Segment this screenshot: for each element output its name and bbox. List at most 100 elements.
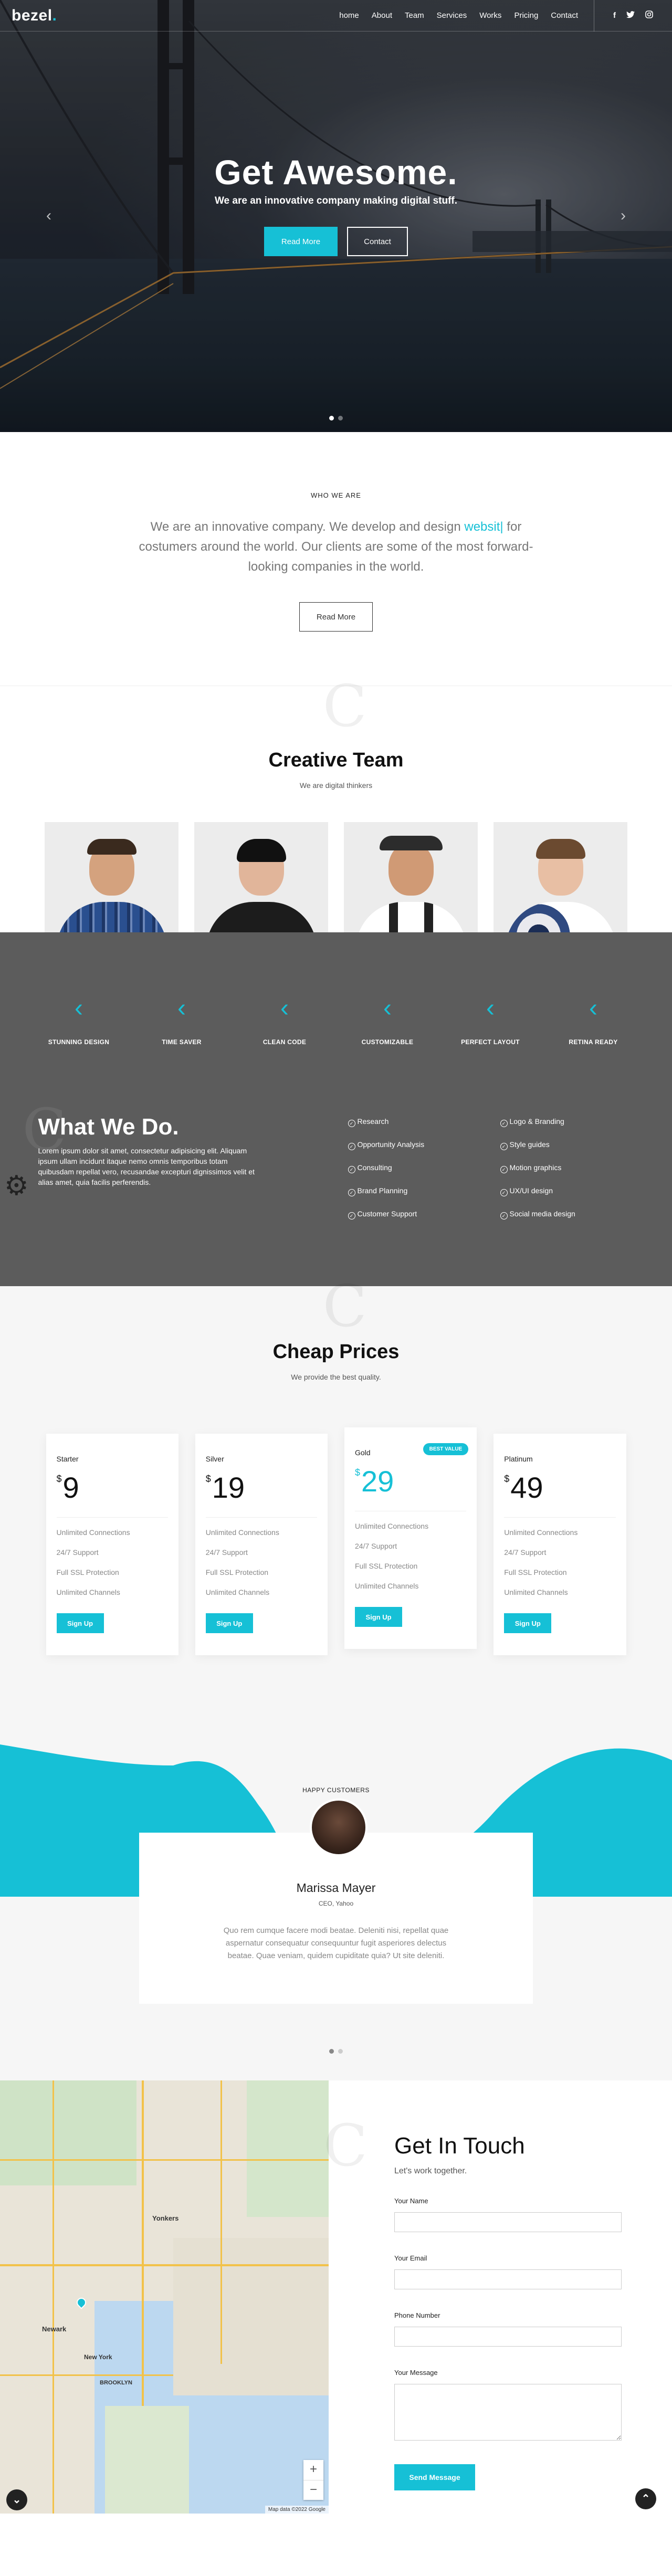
zoom-in-button[interactable]: + <box>303 2460 323 2480</box>
plan-name: Platinum <box>504 1455 533 1463</box>
member-hair <box>87 839 136 855</box>
ghost-letter: C <box>323 2112 368 2179</box>
pricing-plan: Platinum $49 Unlimited Connections 24/7 … <box>494 1434 626 1655</box>
service-label: Motion graphics <box>509 1163 562 1172</box>
testimonial-role: CEO, Yahoo <box>318 1900 354 1907</box>
check-circle-icon: ✓ <box>500 1166 508 1173</box>
brand-logo[interactable]: bezel. <box>12 7 57 25</box>
feature-item: ‹ RETINA READY <box>549 995 638 1046</box>
feature-label: CUSTOMIZABLE <box>361 1038 414 1046</box>
price-value: 19 <box>212 1471 245 1504</box>
map-label: BROOKLYN <box>100 2380 132 2386</box>
service-item: ✓ UX/UI design <box>500 1186 605 1196</box>
service-list-1: ✓ Research ✓ Opportunity Analysis ✓ Consult… <box>348 1117 453 1233</box>
about-text-highlight: websit| <box>464 520 503 534</box>
service-label: Brand Planning <box>357 1186 408 1195</box>
send-message-button[interactable]: Send Message <box>394 2464 475 2490</box>
plan-feature: 24/7 Support <box>504 1548 547 1557</box>
testimonial-quote: Quo rem cumque facere modi beatae. Delen… <box>223 1926 449 1960</box>
about-text: We are an innovative company. We develop… <box>136 517 536 577</box>
nav-contact[interactable]: Contact <box>551 11 578 20</box>
slider-dot[interactable] <box>329 416 334 420</box>
google-map[interactable]: Yonkers Newark New York BROOKLYN + − Map… <box>0 2080 329 2514</box>
nav-pricing[interactable]: Pricing <box>514 11 538 20</box>
name-input[interactable] <box>394 2212 622 2232</box>
contact-button[interactable]: Contact <box>347 227 408 256</box>
map-park <box>0 2080 136 2185</box>
plan-price: $19 <box>206 1470 317 1505</box>
phone-input[interactable] <box>394 2327 622 2347</box>
name-field-group: Your Name <box>394 2197 672 2232</box>
map-park <box>247 2080 329 2217</box>
instagram-icon[interactable] <box>645 10 653 20</box>
nav-about[interactable]: About <box>372 11 392 20</box>
plan-feature: Full SSL Protection <box>504 1568 567 1576</box>
hero-slider: ‹ › Get Awesome. We are an innovative co… <box>0 0 672 432</box>
feature-label: TIME SAVER <box>162 1038 202 1046</box>
divider <box>56 1517 168 1518</box>
team-section: C Creative Team We are digital thinkers <box>0 672 672 970</box>
nav-team[interactable]: Team <box>405 11 424 20</box>
price-value: 29 <box>361 1465 394 1498</box>
check-circle-icon: ✓ <box>500 1189 508 1196</box>
plan-feature: 24/7 Support <box>355 1542 397 1550</box>
sign-up-button[interactable]: Sign Up <box>205 1613 253 1633</box>
sign-up-button[interactable]: Sign Up <box>504 1613 552 1633</box>
pricing-title-text: Cheap Prices <box>272 1341 400 1363</box>
testimonial-dots <box>0 2049 672 2054</box>
nav-home[interactable]: home <box>339 11 359 20</box>
scroll-top-icon[interactable]: ⌃ <box>635 2488 656 2509</box>
price-value: 9 <box>62 1471 79 1504</box>
email-field-group: Your Email <box>394 2254 672 2289</box>
map-road <box>0 2374 173 2376</box>
sign-up-button[interactable]: Sign Up <box>355 1607 402 1627</box>
slider-dot[interactable] <box>338 416 343 420</box>
service-item: ✓ Research <box>348 1117 453 1127</box>
zoom-out-button[interactable]: − <box>303 2480 323 2500</box>
testimonial-label: HAPPY CUSTOMERS <box>302 1786 370 1794</box>
top-navbar: bezel. home About Team Services Works Pr… <box>0 0 672 31</box>
testimonial-section: HAPPY CUSTOMERS Marissa Mayer CEO, Yahoo… <box>0 1744 672 2080</box>
currency-symbol: $ <box>355 1467 361 1478</box>
service-item: ✓ Customer Support <box>348 1210 453 1219</box>
contact-form: C Get In Touch Let's work together. Your… <box>323 2080 672 2514</box>
what-we-do-text: Lorem ipsum dolor sit amet, consectetur … <box>38 1147 255 1186</box>
service-label: Consulting <box>357 1163 392 1172</box>
scroll-down-icon[interactable]: ⌄ <box>6 2489 27 2510</box>
about-read-more-button[interactable]: Read More <box>299 602 373 632</box>
feature-label: PERFECT LAYOUT <box>461 1038 520 1046</box>
read-more-button[interactable]: Read More <box>264 227 338 256</box>
facebook-icon[interactable]: f <box>613 11 616 20</box>
sign-up-button[interactable]: Sign Up <box>56 1613 104 1633</box>
what-we-do: C What We Do. Lorem ipsum dolor sit amet… <box>23 1096 650 1233</box>
testimonial-dot[interactable] <box>329 2049 334 2054</box>
avatar <box>310 1799 368 1856</box>
service-label: Research <box>357 1117 389 1126</box>
service-item: ✓ Opportunity Analysis <box>348 1140 453 1150</box>
feature-label: STUNNING DESIGN <box>48 1038 110 1046</box>
gear-icon[interactable]: ⚙ <box>4 1170 29 1202</box>
plan-feature: Unlimited Channels <box>205 1588 270 1596</box>
ghost-letter: C <box>322 1273 367 1340</box>
service-label: Social media design <box>509 1210 575 1218</box>
nav-services[interactable]: Services <box>437 11 467 20</box>
feature-list: ‹ STUNNING DESIGN ‹ TIME SAVER ‹ CLEAN CODE… <box>34 932 638 1046</box>
nav-works[interactable]: Works <box>479 11 501 20</box>
hero-buttons: Read More Contact <box>0 227 672 256</box>
message-label: Your Message <box>394 2369 438 2377</box>
message-textarea[interactable] <box>394 2384 622 2441</box>
twitter-icon[interactable] <box>626 10 635 20</box>
social-links: f <box>594 10 672 20</box>
check-circle-icon: ✓ <box>348 1189 355 1196</box>
testimonial-dot[interactable] <box>338 2049 343 2054</box>
hero-subtitle: We are an innovative company making digi… <box>214 195 458 206</box>
email-input[interactable] <box>394 2269 622 2289</box>
testimonial-card <box>139 1833 533 2004</box>
map-land <box>0 2290 94 2514</box>
what-we-do-intro: C What We Do. Lorem ipsum dolor sit amet… <box>23 1096 285 1233</box>
contact-section: Yonkers Newark New York BROOKLYN + − Map… <box>0 2080 672 2514</box>
service-list-2: ✓ Logo & Branding ✓ Style guides ✓ Motion g… <box>500 1117 605 1233</box>
map-land <box>173 2238 329 2395</box>
service-item: ✓ Motion graphics <box>500 1163 605 1173</box>
plan-feature: 24/7 Support <box>205 1548 248 1557</box>
